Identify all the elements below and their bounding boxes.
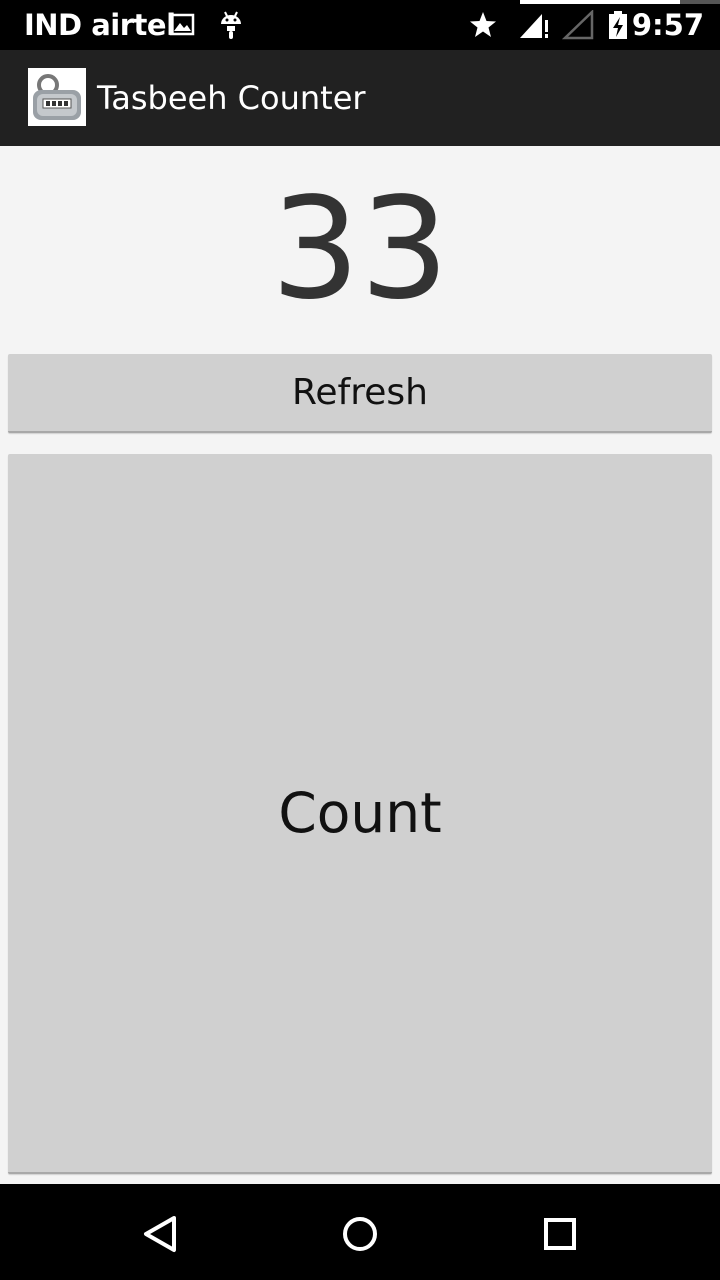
navigation-bar <box>0 1184 720 1280</box>
count-button[interactable]: Count <box>8 454 712 1174</box>
count-value: 33 <box>270 168 450 331</box>
clock: 9:57 <box>631 8 704 42</box>
image-icon <box>169 13 195 36</box>
tally-counter-icon <box>28 68 86 126</box>
app-title: Tasbeeh Counter <box>97 79 366 117</box>
carrier-name: IND airtel <box>24 8 176 42</box>
back-icon[interactable] <box>132 1206 188 1262</box>
battery-charging-icon <box>609 11 627 39</box>
action-bar: Tasbeeh Counter <box>0 50 720 146</box>
screen: IND airtel 9:57 Tasbeeh Counter 33 Refre… <box>0 0 720 1280</box>
android-debug-icon <box>221 11 241 39</box>
status-progress-track <box>680 0 720 4</box>
signal-icon <box>520 14 548 38</box>
status-progress-bar <box>520 0 680 4</box>
recents-icon[interactable] <box>532 1206 588 1262</box>
signal-empty-icon <box>562 10 594 40</box>
refresh-button[interactable]: Refresh <box>8 354 712 433</box>
home-icon[interactable] <box>332 1206 388 1262</box>
star-icon <box>470 12 496 37</box>
status-bar: IND airtel 9:57 <box>0 0 720 50</box>
